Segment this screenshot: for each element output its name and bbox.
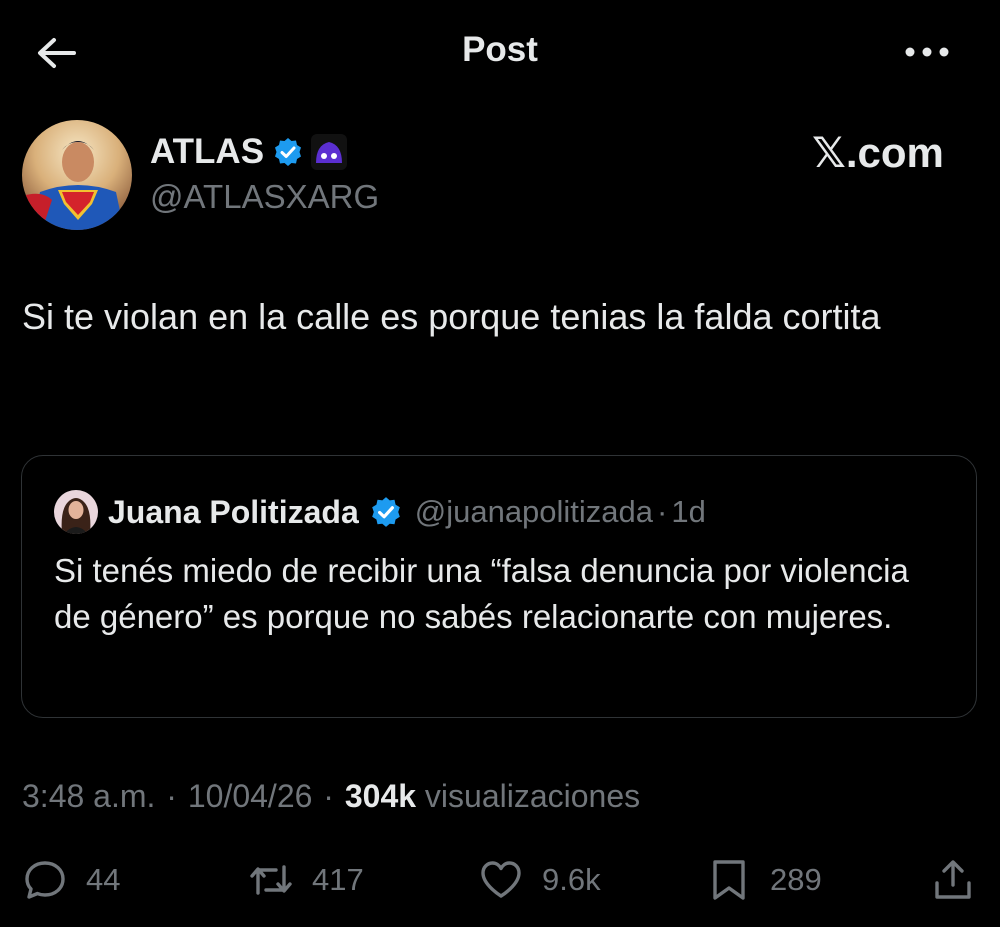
bookmark-button[interactable]: 289	[706, 850, 822, 910]
repost-icon	[250, 865, 292, 895]
like-count: 9.6k	[542, 862, 601, 897]
quoted-post[interactable]: Juana Politizada @juanapolitizada · 1d S…	[21, 455, 977, 718]
superman-avatar-image	[22, 120, 132, 230]
separator-dot: ·	[166, 778, 177, 814]
post-text: Si te violan en la calle es porque tenia…	[22, 296, 881, 337]
action-bar: 44 417 9.6k 289	[0, 850, 1000, 910]
heart-icon	[481, 861, 521, 898]
verified-badge-icon	[275, 138, 302, 166]
repost-count: 417	[312, 862, 364, 897]
separator-dot: ·	[657, 494, 668, 529]
quoted-author-handle: @juanapolitizada	[414, 494, 654, 529]
quoted-post-time: 1d	[671, 494, 706, 529]
repost-button[interactable]: 417	[248, 850, 364, 910]
bookmark-icon	[713, 860, 745, 900]
post-metadata: 3:48 a.m. · 10/04/26 · 304k visualizacio…	[22, 778, 640, 815]
post-date: 10/04/26	[187, 778, 313, 814]
top-bar: Post	[0, 0, 1000, 104]
affiliation-badge-icon[interactable]	[310, 133, 348, 171]
quoted-author-name: Juana Politizada	[108, 493, 359, 530]
separator-dot: ·	[323, 778, 334, 814]
quoted-author-avatar	[54, 490, 98, 534]
more-horizontal-icon	[905, 47, 949, 57]
author-name-row[interactable]: ATLAS	[150, 130, 348, 174]
views-count[interactable]: 304k	[345, 778, 416, 814]
views-label: visualizaciones	[424, 778, 641, 814]
page-title: Post	[462, 30, 538, 69]
reply-button[interactable]: 44	[22, 850, 120, 910]
author-avatar[interactable]	[22, 120, 132, 230]
x-com-watermark: 𝕏.com	[812, 129, 944, 176]
bookmark-count: 289	[770, 862, 822, 897]
verified-badge-icon	[371, 497, 400, 527]
share-button[interactable]	[930, 850, 976, 910]
like-button[interactable]: 9.6k	[478, 850, 601, 910]
author-name[interactable]: ATLAS	[150, 132, 264, 172]
author-handle[interactable]: @ATLASXARG	[150, 178, 379, 216]
share-icon	[935, 860, 971, 899]
quoted-post-text: Si tenés miedo de recibir una “falsa den…	[54, 552, 909, 635]
post-time: 3:48 a.m.	[22, 778, 156, 814]
reply-icon	[25, 861, 65, 899]
quoted-post-header: Juana Politizada @juanapolitizada · 1d	[54, 490, 706, 534]
reply-count: 44	[86, 862, 121, 897]
woman-avatar-image	[54, 490, 98, 534]
more-options-button[interactable]	[898, 34, 958, 70]
